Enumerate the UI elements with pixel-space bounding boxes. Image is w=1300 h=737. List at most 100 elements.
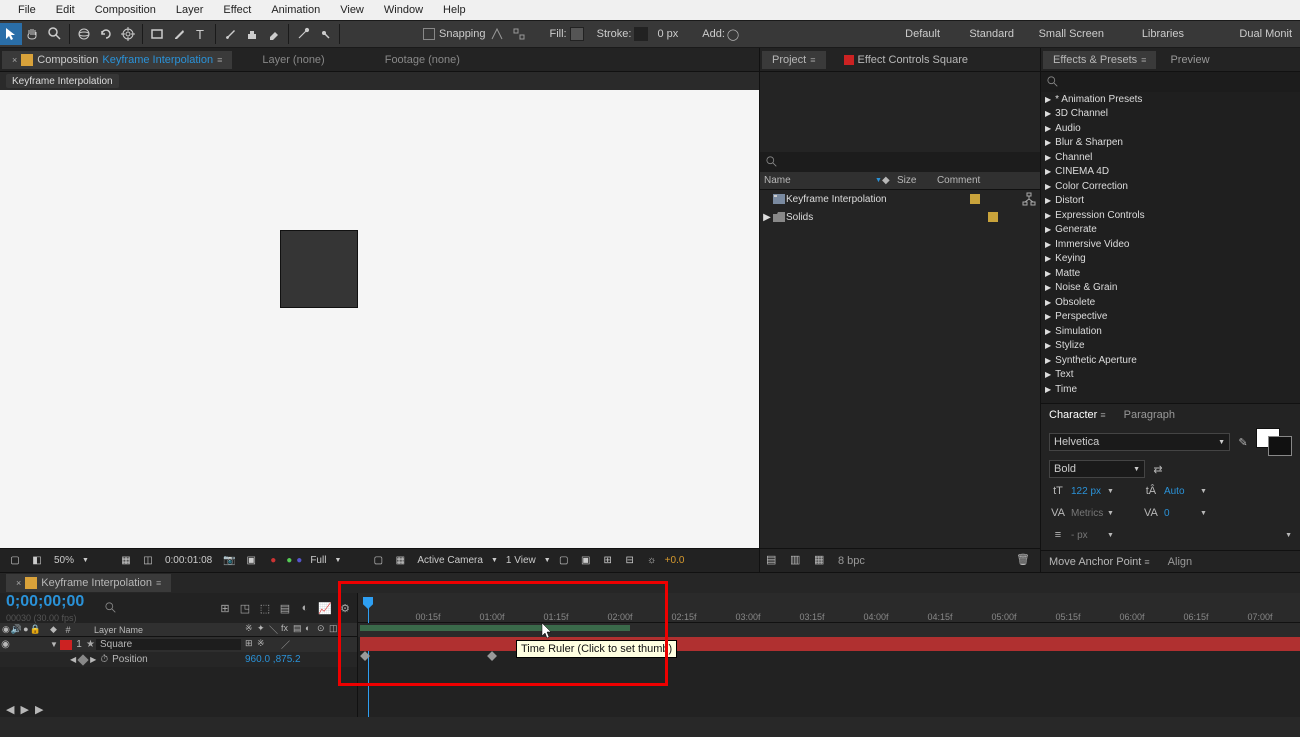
always-preview-icon[interactable]: ▢ xyxy=(6,552,24,570)
hand-tool[interactable] xyxy=(22,23,44,45)
rotation-tool[interactable] xyxy=(95,23,117,45)
time-ruler[interactable]: 00:15f01:00f01:15f02:00f02:15f03:00f03:1… xyxy=(358,593,1300,623)
flowchart-icon[interactable] xyxy=(1022,192,1036,206)
project-empty[interactable] xyxy=(760,226,1040,548)
project-item-comp[interactable]: Keyframe Interpolation xyxy=(760,190,1040,208)
property-value[interactable]: 960.0 ,875.2 xyxy=(245,654,357,665)
swap-icon[interactable]: ⇄ xyxy=(1149,460,1167,478)
menu-effect[interactable]: Effect xyxy=(213,4,261,16)
comp-mini-flowchart-icon[interactable]: ⊞ xyxy=(217,600,233,616)
effect-category[interactable]: ▶Keying xyxy=(1041,252,1300,267)
effect-category[interactable]: ▶3D Channel xyxy=(1041,107,1300,122)
effect-category[interactable]: ▶Generate xyxy=(1041,223,1300,238)
current-timecode[interactable]: 0;00;00;00 xyxy=(6,593,84,611)
timeline-menu-icon[interactable]: ≡ xyxy=(156,578,161,588)
layer-name[interactable]: Square xyxy=(96,639,241,650)
stroke-width[interactable]: 0 px xyxy=(657,28,678,40)
exposure-value[interactable]: +0.0 xyxy=(665,555,685,566)
font-style-dropdown[interactable]: Bold▼ xyxy=(1049,460,1145,478)
stroke-swatch[interactable] xyxy=(634,27,648,41)
play-icon[interactable]: ▶ xyxy=(20,703,28,716)
menu-animation[interactable]: Animation xyxy=(261,4,330,16)
font-size-value[interactable]: 122 px xyxy=(1071,486,1103,497)
tab-effects[interactable]: Effects & Presets ≡ xyxy=(1043,51,1156,69)
effect-category[interactable]: ▶Obsolete xyxy=(1041,295,1300,310)
col-label-icon[interactable]: ◆ xyxy=(50,624,62,635)
interpret-footage-icon[interactable]: ▤ xyxy=(766,553,784,569)
stopwatch-icon[interactable]: ⏱ xyxy=(100,654,108,665)
rectangle-tool[interactable] xyxy=(146,23,168,45)
stroke-width-value[interactable]: - px xyxy=(1071,530,1103,541)
kerning-value[interactable]: 0 xyxy=(1164,508,1196,519)
effect-category[interactable]: ▶Time xyxy=(1041,382,1300,397)
layer-row-square[interactable]: ◉ ▼ 1 ★ Square ⊞※／ xyxy=(0,637,357,652)
workspace-standard[interactable]: Standard xyxy=(961,26,1022,42)
effect-category[interactable]: ▶Stylize xyxy=(1041,339,1300,354)
breadcrumb-item[interactable]: Keyframe Interpolation xyxy=(6,74,119,88)
menu-edit[interactable]: Edit xyxy=(46,4,85,16)
tab-footage-none[interactable]: Footage (none) xyxy=(385,54,460,66)
preview-timecode[interactable]: 0:00:01:08 xyxy=(161,555,216,566)
menu-layer[interactable]: Layer xyxy=(166,4,214,16)
tab-character[interactable]: Character ≡ xyxy=(1049,409,1106,421)
next-frame-icon[interactable]: ▶ xyxy=(35,703,43,716)
magnification-dropdown[interactable]: 50% xyxy=(50,555,78,566)
trash-icon[interactable]: 🗑 xyxy=(1016,553,1034,569)
view-opt3-icon[interactable]: ⊞ xyxy=(599,552,617,570)
tab-align[interactable]: Align xyxy=(1168,556,1192,568)
draft3d-icon[interactable]: ◳ xyxy=(237,600,253,616)
square-layer[interactable] xyxy=(280,230,358,308)
motion-blur-icon[interactable]: ◐ xyxy=(297,600,313,616)
tab-move-anchor[interactable]: Move Anchor Point ≡ xyxy=(1049,556,1150,568)
layer-expand-icon[interactable]: ▼ xyxy=(50,640,60,649)
snap-opt1-icon[interactable] xyxy=(486,23,508,45)
exposure-icon[interactable]: ☼ xyxy=(643,552,661,570)
eyedropper-icon[interactable]: ✎ xyxy=(1234,433,1252,451)
tab-paragraph[interactable]: Paragraph xyxy=(1124,409,1175,421)
new-folder-icon[interactable]: ▥ xyxy=(790,553,808,569)
layer-label[interactable] xyxy=(60,640,72,650)
selection-tool[interactable] xyxy=(0,23,22,45)
prev-keyframe-icon[interactable]: ◀ xyxy=(70,655,76,664)
view-opt4-icon[interactable]: ⊟ xyxy=(621,552,639,570)
bpc-label[interactable]: 8 bpc xyxy=(838,555,865,567)
mask-icon[interactable]: ◫ xyxy=(139,552,157,570)
brainstorm-icon[interactable]: ⚙ xyxy=(337,600,353,616)
col-comment[interactable]: Comment xyxy=(937,175,980,186)
tab-effect-controls[interactable]: Effect Controls Square xyxy=(858,54,969,66)
effect-category[interactable]: ▶Channel xyxy=(1041,150,1300,165)
hide-shy-icon[interactable]: ⬚ xyxy=(257,600,273,616)
new-comp-icon[interactable]: ▦ xyxy=(814,553,832,569)
col-layer-name[interactable]: Layer Name xyxy=(74,625,245,635)
effect-category[interactable]: ▶Immersive Video xyxy=(1041,237,1300,252)
timeline-search-icon[interactable] xyxy=(102,599,120,617)
keyframe[interactable] xyxy=(487,651,497,661)
brush-tool[interactable] xyxy=(219,23,241,45)
anchor-tool[interactable] xyxy=(117,23,139,45)
fill-swatch[interactable] xyxy=(570,27,584,41)
view-opt1-icon[interactable]: ▢ xyxy=(555,552,573,570)
col-lock-icon[interactable]: 🔒 xyxy=(30,624,41,635)
stroke-style-icon[interactable]: ≡ xyxy=(1049,526,1067,544)
grid-icon[interactable]: ▦ xyxy=(117,552,135,570)
col-video-icon[interactable]: ◉ xyxy=(2,624,10,635)
prev-frame-icon[interactable]: ◀ xyxy=(6,703,14,716)
effect-category[interactable]: ▶Noise & Grain xyxy=(1041,281,1300,296)
effect-category[interactable]: ▶CINEMA 4D xyxy=(1041,165,1300,180)
effect-category[interactable]: ▶Text xyxy=(1041,368,1300,383)
tab-close-icon[interactable]: × xyxy=(12,55,17,65)
frame-blend-icon[interactable]: ▤ xyxy=(277,600,293,616)
tracking-value[interactable]: Metrics xyxy=(1071,508,1103,519)
workspace-dualmonitor[interactable]: Dual Monit xyxy=(1231,26,1300,42)
tab-project[interactable]: Project ≡ xyxy=(762,51,826,69)
col-audio-icon[interactable]: 🔊 xyxy=(11,624,22,635)
views-dropdown[interactable]: 1 View xyxy=(502,555,540,566)
menu-view[interactable]: View xyxy=(330,4,374,16)
tab-preview[interactable]: Preview xyxy=(1170,54,1209,66)
tab-menu-icon[interactable]: ≡ xyxy=(217,55,222,65)
project-item-label[interactable] xyxy=(988,212,998,222)
workspace-smallscreen[interactable]: Small Screen xyxy=(1031,26,1112,42)
timeline-track-area[interactable]: 00:15f01:00f01:15f02:00f02:15f03:00f03:1… xyxy=(358,593,1300,717)
show-snapshot-icon[interactable]: ▣ xyxy=(242,552,260,570)
workspace-libraries[interactable]: Libraries xyxy=(1134,26,1192,42)
